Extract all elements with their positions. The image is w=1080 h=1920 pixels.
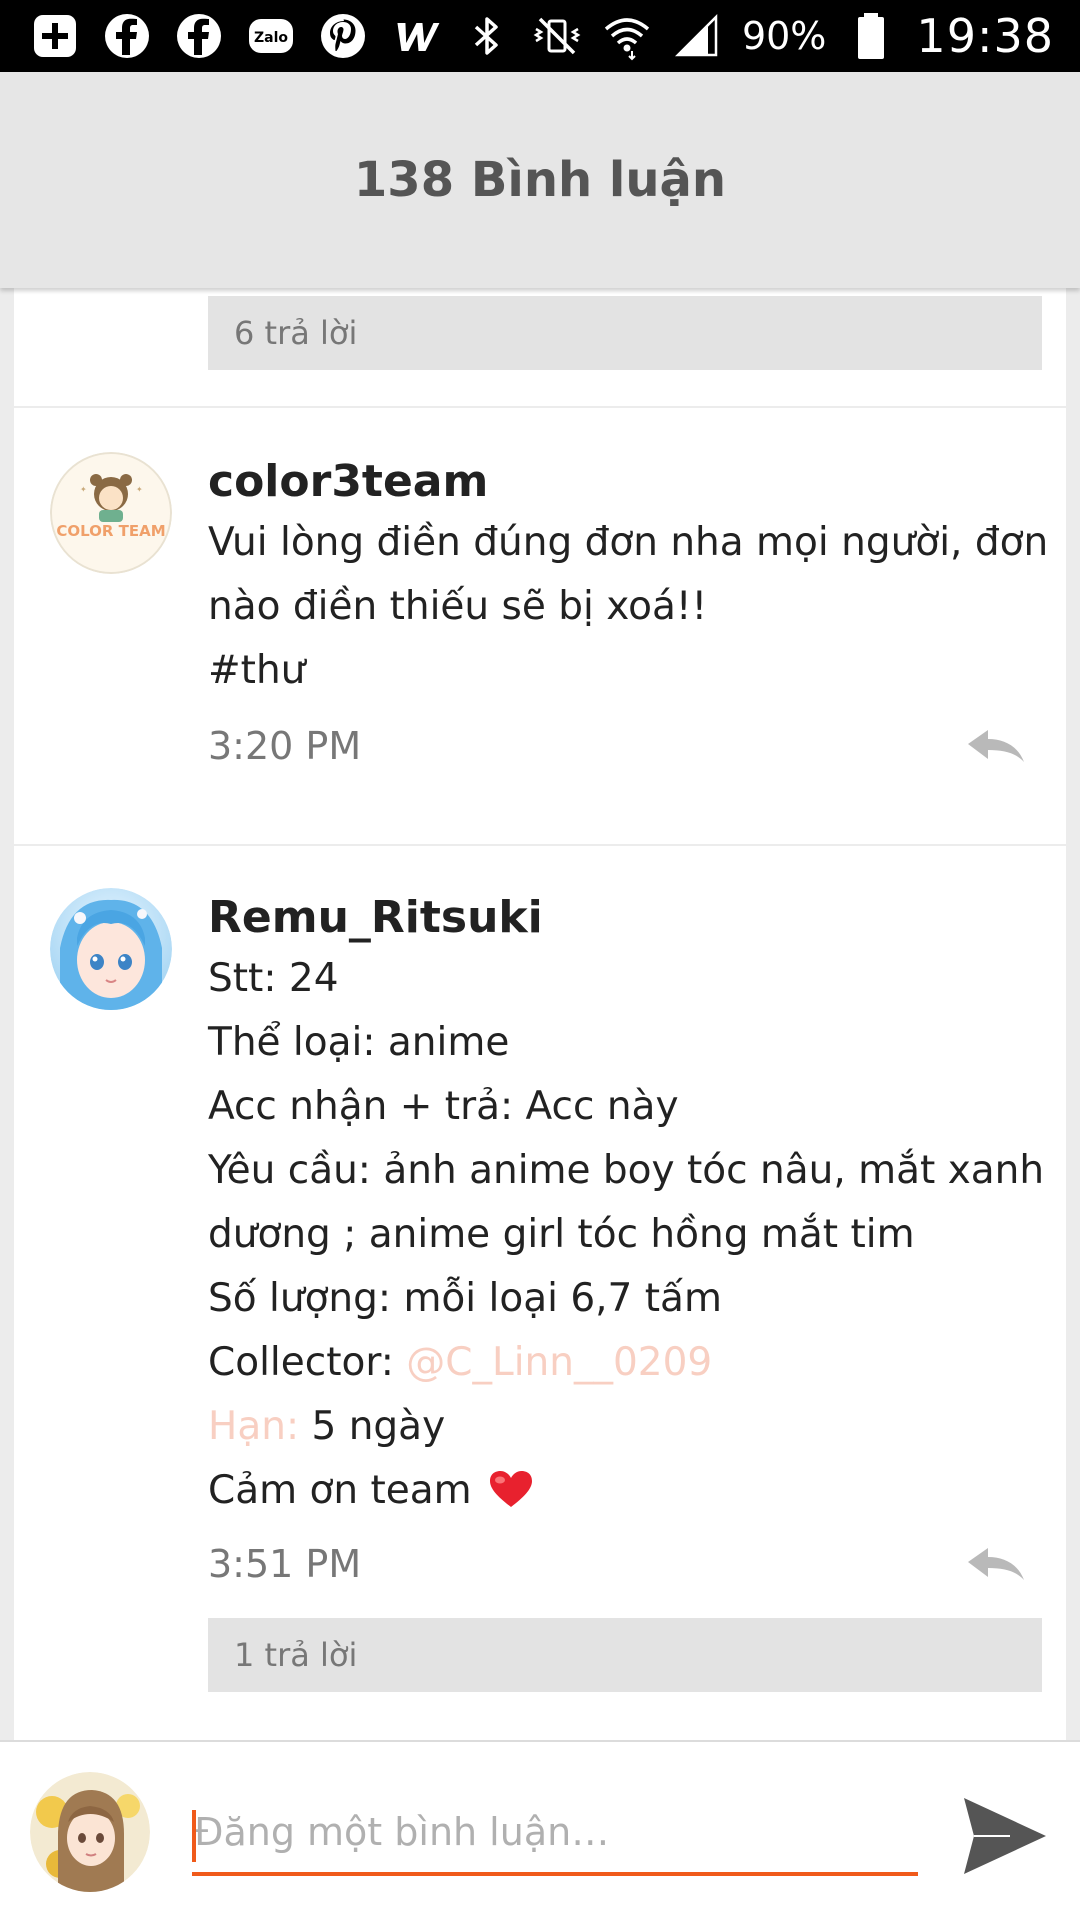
- replies-count-label: 1 trả lời: [234, 1636, 358, 1674]
- comment-text-line: Yêu cầu: ảnh anime boy tóc nâu, mắt xanh: [208, 1148, 1045, 1193]
- comment-composer: [0, 1740, 1080, 1920]
- replies-count-label: 6 trả lời: [234, 314, 358, 352]
- facebook-icon: [102, 11, 152, 61]
- clock: 19:38: [916, 9, 1054, 63]
- collector-line: Collector: @C_Linn__0209: [208, 1340, 712, 1385]
- comment-text-line: Số lượng: mỗi loại 6,7 tấm: [208, 1276, 722, 1321]
- comments-header: 138 Bình luận: [0, 72, 1080, 288]
- status-bar: Zalo 90% 19:38: [0, 0, 1080, 72]
- page-title: 138 Bình luận: [353, 152, 727, 208]
- thanks-text: Cảm ơn team: [208, 1468, 472, 1513]
- comment-timestamp: 3:20 PM: [208, 724, 362, 768]
- comment-hashtag[interactable]: #thư: [208, 648, 305, 693]
- avatar[interactable]: COLOR TEAM ✦ ✦: [50, 452, 172, 574]
- reply-icon[interactable]: [964, 1544, 1028, 1584]
- zalo-label: Zalo: [254, 30, 288, 46]
- view-replies-button[interactable]: 6 trả lời: [208, 296, 1042, 370]
- zalo-icon: Zalo: [246, 11, 296, 61]
- avatar-logo-text: COLOR TEAM: [56, 522, 165, 540]
- pinterest-icon: [318, 11, 368, 61]
- user-mention-link[interactable]: @C_Linn__0209: [406, 1340, 712, 1385]
- deadline-line: Hạn: 5 ngày: [208, 1404, 445, 1449]
- comment-text-line: Thể loại: anime: [208, 1020, 510, 1065]
- comment-timestamp: 3:51 PM: [208, 1542, 362, 1586]
- comment-item: COLOR TEAM ✦ ✦ color3team Vui lòng điền …: [14, 408, 1066, 844]
- comment-text-line: Stt: 24: [208, 956, 339, 1001]
- heart-emoji-icon: [490, 1471, 533, 1507]
- plus-box-icon: [30, 11, 80, 61]
- facebook-icon: [174, 11, 224, 61]
- battery-percent: 90%: [741, 14, 827, 58]
- comment-input-wrapper: [192, 1792, 918, 1876]
- battery-icon: [846, 11, 896, 61]
- bluetooth-icon: [462, 11, 512, 61]
- comment-list[interactable]: 6 trả lời COLOR TEAM ✦ ✦ color3team Vui …: [14, 288, 1066, 1740]
- wifi-icon: [602, 11, 652, 61]
- signal-icon: [672, 11, 722, 61]
- comment-username[interactable]: color3team: [208, 456, 488, 507]
- send-button[interactable]: [960, 1794, 1050, 1878]
- svg-text:✦: ✦: [80, 485, 87, 494]
- text-caret: [192, 1810, 196, 1862]
- svg-text:✦: ✦: [136, 485, 143, 494]
- comment-username[interactable]: Remu_Ritsuki: [208, 892, 543, 943]
- comment-text-line: nào điền thiếu sẽ bị xoá!!: [208, 584, 708, 629]
- thanks-line: Cảm ơn team: [208, 1468, 534, 1513]
- notification-icons: Zalo: [30, 11, 440, 61]
- vibrate-mute-icon: [532, 11, 582, 61]
- current-user-avatar: [30, 1772, 150, 1892]
- deadline-label: Hạn:: [208, 1404, 300, 1449]
- reply-icon[interactable]: [964, 726, 1028, 766]
- avatar[interactable]: [50, 888, 172, 1010]
- comment-text-line: dương ; anime girl tóc hồng mắt tim: [208, 1212, 915, 1257]
- deadline-value: 5 ngày: [299, 1404, 446, 1449]
- comment-item: Remu_Ritsuki Stt: 24 Thể loại: anime Acc…: [14, 846, 1066, 1740]
- collector-label: Collector:: [208, 1340, 407, 1385]
- comment-input[interactable]: [192, 1792, 918, 1872]
- view-replies-button[interactable]: 1 trả lời: [208, 1618, 1042, 1692]
- comment-text-line: Acc nhận + trả: Acc này: [208, 1084, 679, 1129]
- system-indicators: 90% 19:38: [462, 9, 1054, 63]
- w-app-icon: [390, 11, 440, 61]
- comment-text-line: Vui lòng điền đúng đơn nha mọi người, đơ…: [208, 520, 1049, 565]
